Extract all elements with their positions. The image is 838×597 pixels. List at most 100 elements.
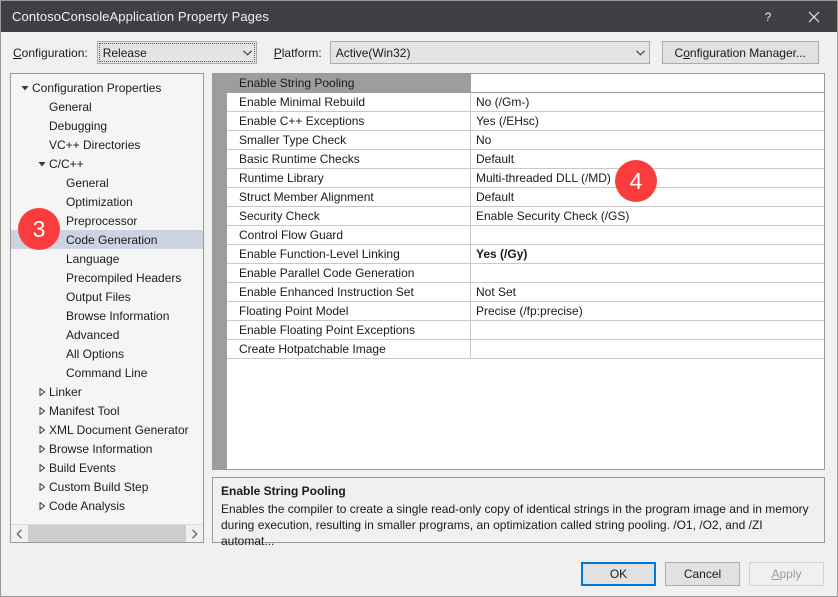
configuration-tree-panel: Configuration Properties General Debugging… — [10, 73, 204, 543]
property-name: Enable Floating Point Exceptions — [227, 321, 471, 339]
triangle-right-icon[interactable] — [34, 388, 49, 396]
property-value[interactable]: Not Set — [471, 283, 824, 301]
sidebar-item-label: Build Events — [49, 461, 116, 475]
property-row[interactable]: Smaller Type CheckNo — [227, 131, 824, 150]
sidebar-item-linker[interactable]: Linker — [11, 382, 203, 401]
sidebar-item-label: Linker — [49, 385, 82, 399]
sidebar-item-code-analysis[interactable]: Code Analysis — [11, 496, 203, 515]
configuration-tree[interactable]: Configuration Properties General Debugging… — [11, 74, 203, 524]
sidebar-item-label: Optimization — [66, 195, 133, 209]
sidebar-item-label: General — [49, 100, 92, 114]
sidebar-item-precompiled-headers[interactable]: Precompiled Headers — [11, 268, 203, 287]
sidebar-item-label: Debugging — [49, 119, 107, 133]
property-value[interactable] — [471, 340, 824, 358]
property-value[interactable] — [471, 321, 824, 339]
property-value[interactable]: Enable Security Check (/GS) — [471, 207, 824, 225]
property-value[interactable]: No (/Gm-) — [471, 93, 824, 111]
configuration-manager-button[interactable]: Configuration Manager... — [662, 41, 819, 64]
sidebar-item-label: Manifest Tool — [49, 404, 119, 418]
property-row[interactable]: Enable Enhanced Instruction SetNot Set — [227, 283, 824, 302]
sidebar-item-label: C/C++ — [49, 157, 84, 171]
sidebar-item-label: Language — [66, 252, 119, 266]
sidebar-item-browse-information[interactable]: Browse Information — [11, 306, 203, 325]
tree-horizontal-scrollbar[interactable] — [11, 524, 203, 542]
close-icon — [808, 11, 820, 23]
sidebar-item-label: Configuration Properties — [32, 81, 161, 95]
sidebar-item-label: Browse Information — [49, 442, 152, 456]
triangle-down-icon[interactable] — [34, 160, 49, 168]
triangle-down-icon[interactable] — [17, 84, 32, 92]
sidebar-item-advanced[interactable]: Advanced — [11, 325, 203, 344]
property-name: Enable Enhanced Instruction Set — [227, 283, 471, 301]
property-row[interactable]: Struct Member AlignmentDefault — [227, 188, 824, 207]
chevron-right-icon[interactable] — [186, 525, 203, 542]
question-mark-icon: ? — [761, 10, 775, 24]
configuration-dropdown[interactable]: Release — [97, 41, 257, 64]
sidebar-item-debugging[interactable]: Debugging — [11, 116, 203, 135]
sidebar-item-command-line[interactable]: Command Line — [11, 363, 203, 382]
property-row[interactable]: Enable String Pooling — [227, 74, 824, 93]
sidebar-item-configuration-properties[interactable]: Configuration Properties — [11, 78, 203, 97]
help-button[interactable]: ? — [745, 1, 791, 32]
configuration-bar: Configuration: Release Platform: Active(… — [1, 32, 837, 73]
scrollbar-thumb[interactable] — [28, 525, 186, 542]
dialog-footer: OK Cancel Apply — [1, 552, 837, 596]
property-value[interactable]: Precise (/fp:precise) — [471, 302, 824, 320]
property-row[interactable]: Security CheckEnable Security Check (/GS… — [227, 207, 824, 226]
triangle-right-icon[interactable] — [34, 407, 49, 415]
property-row[interactable]: Enable Parallel Code Generation — [227, 264, 824, 283]
window-title: ContosoConsoleApplication Property Pages — [12, 9, 269, 24]
sidebar-item-custom-build-step[interactable]: Custom Build Step — [11, 477, 203, 496]
sidebar-item-language[interactable]: Language — [11, 249, 203, 268]
property-row[interactable]: Basic Runtime ChecksDefault — [227, 150, 824, 169]
close-button[interactable] — [791, 1, 837, 32]
sidebar-item-label: Precompiled Headers — [66, 271, 181, 285]
sidebar-item-browse-information[interactable]: Browse Information — [11, 439, 203, 458]
property-value[interactable] — [471, 74, 824, 92]
property-row[interactable]: Control Flow Guard — [227, 226, 824, 245]
triangle-right-icon[interactable] — [34, 445, 49, 453]
tree-spacer-icon — [34, 122, 49, 130]
sidebar-item-all-options[interactable]: All Options — [11, 344, 203, 363]
sidebar-item-general[interactable]: General — [11, 173, 203, 192]
sidebar-item-xml-document-generator[interactable]: XML Document Generator — [11, 420, 203, 439]
platform-dropdown[interactable]: Active(Win32) — [330, 41, 650, 64]
sidebar-item-output-files[interactable]: Output Files — [11, 287, 203, 306]
property-value[interactable] — [471, 264, 824, 282]
property-pages-dialog: ContosoConsoleApplication Property Pages… — [0, 0, 838, 597]
chevron-left-icon[interactable] — [11, 525, 28, 542]
tree-spacer-icon — [51, 274, 66, 282]
platform-value: Active(Win32) — [331, 46, 632, 60]
property-row[interactable]: Enable Floating Point Exceptions — [227, 321, 824, 340]
triangle-right-icon[interactable] — [34, 483, 49, 491]
sidebar-item-label: VC++ Directories — [49, 138, 140, 152]
property-name: Security Check — [227, 207, 471, 225]
property-row[interactable]: Enable C++ ExceptionsYes (/EHsc) — [227, 112, 824, 131]
triangle-right-icon[interactable] — [34, 464, 49, 472]
property-row[interactable]: Enable Function-Level LinkingYes (/Gy) — [227, 245, 824, 264]
property-value[interactable]: Yes (/Gy) — [471, 245, 824, 263]
scrollbar-track[interactable] — [28, 525, 186, 542]
sidebar-item-manifest-tool[interactable]: Manifest Tool — [11, 401, 203, 420]
property-value[interactable]: Yes (/EHsc) — [471, 112, 824, 130]
cancel-button[interactable]: Cancel — [665, 562, 740, 586]
property-grid[interactable]: Enable String PoolingEnable Minimal Rebu… — [212, 73, 825, 470]
property-row[interactable]: Runtime LibraryMulti-threaded DLL (/MD) — [227, 169, 824, 188]
sidebar-item-vc-directories[interactable]: VC++ Directories — [11, 135, 203, 154]
property-row[interactable]: Create Hotpatchable Image — [227, 340, 824, 359]
sidebar-item-c-c[interactable]: C/C++ — [11, 154, 203, 173]
property-value[interactable]: No — [471, 131, 824, 149]
property-row[interactable]: Floating Point ModelPrecise (/fp:precise… — [227, 302, 824, 321]
sidebar-item-general[interactable]: General — [11, 97, 203, 116]
property-name: Enable Minimal Rebuild — [227, 93, 471, 111]
apply-label: Apply — [771, 567, 801, 581]
property-row[interactable]: Enable Minimal RebuildNo (/Gm-) — [227, 93, 824, 112]
triangle-right-icon[interactable] — [34, 502, 49, 510]
tree-spacer-icon — [51, 255, 66, 263]
configuration-label: Configuration: — [13, 46, 88, 60]
ok-button[interactable]: OK — [581, 562, 656, 586]
triangle-right-icon[interactable] — [34, 426, 49, 434]
property-value[interactable] — [471, 226, 824, 244]
sidebar-item-build-events[interactable]: Build Events — [11, 458, 203, 477]
dialog-body: Configuration Properties General Debugging… — [1, 73, 837, 552]
